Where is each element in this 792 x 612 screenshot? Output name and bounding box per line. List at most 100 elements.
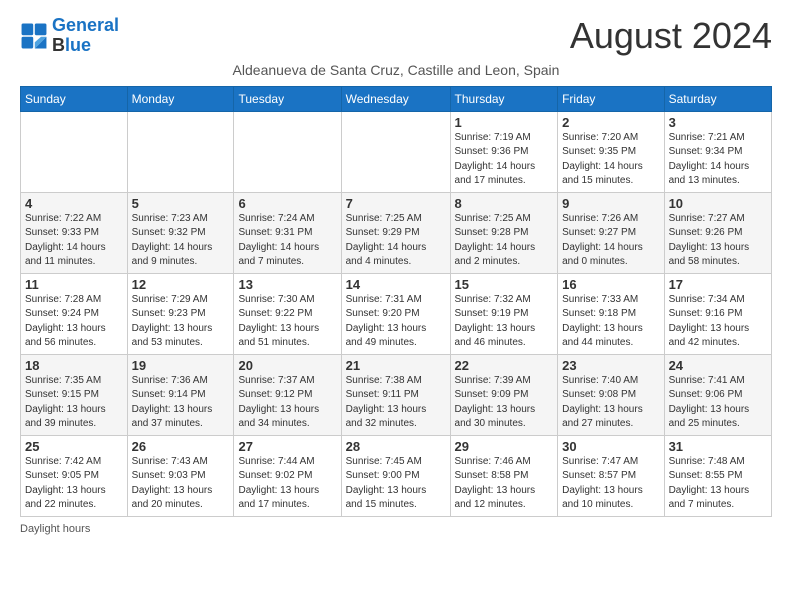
day-number: 10	[669, 196, 767, 211]
calendar-cell: 31Sunrise: 7:48 AM Sunset: 8:55 PM Dayli…	[664, 435, 771, 516]
day-number: 24	[669, 358, 767, 373]
day-info: Sunrise: 7:25 AM Sunset: 9:28 PM Dayligh…	[455, 212, 554, 270]
day-info: Sunrise: 7:40 AM Sunset: 9:08 PM Dayligh…	[562, 374, 659, 432]
calendar-cell: 4Sunrise: 7:22 AM Sunset: 9:33 PM Daylig…	[21, 192, 128, 273]
day-info: Sunrise: 7:19 AM Sunset: 9:36 PM Dayligh…	[455, 131, 554, 189]
calendar-cell: 29Sunrise: 7:46 AM Sunset: 8:58 PM Dayli…	[450, 435, 558, 516]
logo-icon	[20, 22, 48, 50]
calendar-cell: 23Sunrise: 7:40 AM Sunset: 9:08 PM Dayli…	[558, 354, 664, 435]
calendar-cell: 2Sunrise: 7:20 AM Sunset: 9:35 PM Daylig…	[558, 111, 664, 192]
day-info: Sunrise: 7:28 AM Sunset: 9:24 PM Dayligh…	[25, 293, 123, 351]
day-info: Sunrise: 7:37 AM Sunset: 9:12 PM Dayligh…	[238, 374, 336, 432]
calendar-cell: 7Sunrise: 7:25 AM Sunset: 9:29 PM Daylig…	[341, 192, 450, 273]
day-number: 19	[132, 358, 230, 373]
calendar-cell: 10Sunrise: 7:27 AM Sunset: 9:26 PM Dayli…	[664, 192, 771, 273]
logo: GeneralBlue	[20, 16, 119, 56]
calendar-cell: 19Sunrise: 7:36 AM Sunset: 9:14 PM Dayli…	[127, 354, 234, 435]
calendar-week-2: 4Sunrise: 7:22 AM Sunset: 9:33 PM Daylig…	[21, 192, 772, 273]
header: GeneralBlue August 2024	[20, 16, 772, 56]
calendar-cell: 15Sunrise: 7:32 AM Sunset: 9:19 PM Dayli…	[450, 273, 558, 354]
day-number: 9	[562, 196, 659, 211]
calendar-header-tuesday: Tuesday	[234, 86, 341, 111]
day-number: 30	[562, 439, 659, 454]
calendar-header-row: SundayMondayTuesdayWednesdayThursdayFrid…	[21, 86, 772, 111]
day-info: Sunrise: 7:44 AM Sunset: 9:02 PM Dayligh…	[238, 455, 336, 513]
calendar-cell: 1Sunrise: 7:19 AM Sunset: 9:36 PM Daylig…	[450, 111, 558, 192]
calendar-header-monday: Monday	[127, 86, 234, 111]
calendar-cell: 24Sunrise: 7:41 AM Sunset: 9:06 PM Dayli…	[664, 354, 771, 435]
day-number: 4	[25, 196, 123, 211]
day-info: Sunrise: 7:34 AM Sunset: 9:16 PM Dayligh…	[669, 293, 767, 351]
calendar-week-5: 25Sunrise: 7:42 AM Sunset: 9:05 PM Dayli…	[21, 435, 772, 516]
day-info: Sunrise: 7:24 AM Sunset: 9:31 PM Dayligh…	[238, 212, 336, 270]
calendar-week-4: 18Sunrise: 7:35 AM Sunset: 9:15 PM Dayli…	[21, 354, 772, 435]
day-number: 1	[455, 115, 554, 130]
day-number: 21	[346, 358, 446, 373]
day-number: 16	[562, 277, 659, 292]
day-number: 12	[132, 277, 230, 292]
day-info: Sunrise: 7:31 AM Sunset: 9:20 PM Dayligh…	[346, 293, 446, 351]
calendar-cell: 22Sunrise: 7:39 AM Sunset: 9:09 PM Dayli…	[450, 354, 558, 435]
day-info: Sunrise: 7:26 AM Sunset: 9:27 PM Dayligh…	[562, 212, 659, 270]
calendar-cell: 8Sunrise: 7:25 AM Sunset: 9:28 PM Daylig…	[450, 192, 558, 273]
title-block: August 2024	[570, 16, 772, 56]
calendar-cell	[127, 111, 234, 192]
subtitle: Aldeanueva de Santa Cruz, Castille and L…	[20, 62, 772, 78]
calendar-cell: 20Sunrise: 7:37 AM Sunset: 9:12 PM Dayli…	[234, 354, 341, 435]
day-number: 18	[25, 358, 123, 373]
calendar-cell: 30Sunrise: 7:47 AM Sunset: 8:57 PM Dayli…	[558, 435, 664, 516]
calendar-header-wednesday: Wednesday	[341, 86, 450, 111]
calendar-cell	[341, 111, 450, 192]
day-number: 23	[562, 358, 659, 373]
calendar-cell: 21Sunrise: 7:38 AM Sunset: 9:11 PM Dayli…	[341, 354, 450, 435]
calendar-cell: 17Sunrise: 7:34 AM Sunset: 9:16 PM Dayli…	[664, 273, 771, 354]
calendar-cell: 26Sunrise: 7:43 AM Sunset: 9:03 PM Dayli…	[127, 435, 234, 516]
calendar-cell: 5Sunrise: 7:23 AM Sunset: 9:32 PM Daylig…	[127, 192, 234, 273]
day-number: 14	[346, 277, 446, 292]
day-number: 2	[562, 115, 659, 130]
day-info: Sunrise: 7:36 AM Sunset: 9:14 PM Dayligh…	[132, 374, 230, 432]
calendar-cell: 14Sunrise: 7:31 AM Sunset: 9:20 PM Dayli…	[341, 273, 450, 354]
day-info: Sunrise: 7:35 AM Sunset: 9:15 PM Dayligh…	[25, 374, 123, 432]
calendar-cell: 12Sunrise: 7:29 AM Sunset: 9:23 PM Dayli…	[127, 273, 234, 354]
day-number: 26	[132, 439, 230, 454]
day-info: Sunrise: 7:29 AM Sunset: 9:23 PM Dayligh…	[132, 293, 230, 351]
day-number: 15	[455, 277, 554, 292]
day-info: Sunrise: 7:43 AM Sunset: 9:03 PM Dayligh…	[132, 455, 230, 513]
calendar-cell	[234, 111, 341, 192]
footer-note: Daylight hours	[20, 523, 772, 535]
calendar-week-1: 1Sunrise: 7:19 AM Sunset: 9:36 PM Daylig…	[21, 111, 772, 192]
day-info: Sunrise: 7:45 AM Sunset: 9:00 PM Dayligh…	[346, 455, 446, 513]
day-number: 11	[25, 277, 123, 292]
day-info: Sunrise: 7:32 AM Sunset: 9:19 PM Dayligh…	[455, 293, 554, 351]
day-info: Sunrise: 7:48 AM Sunset: 8:55 PM Dayligh…	[669, 455, 767, 513]
day-info: Sunrise: 7:21 AM Sunset: 9:34 PM Dayligh…	[669, 131, 767, 189]
calendar-cell: 13Sunrise: 7:30 AM Sunset: 9:22 PM Dayli…	[234, 273, 341, 354]
calendar-header-saturday: Saturday	[664, 86, 771, 111]
calendar-cell: 3Sunrise: 7:21 AM Sunset: 9:34 PM Daylig…	[664, 111, 771, 192]
calendar-cell	[21, 111, 128, 192]
day-info: Sunrise: 7:46 AM Sunset: 8:58 PM Dayligh…	[455, 455, 554, 513]
page: GeneralBlue August 2024 Aldeanueva de Sa…	[0, 0, 792, 545]
calendar-week-3: 11Sunrise: 7:28 AM Sunset: 9:24 PM Dayli…	[21, 273, 772, 354]
day-number: 22	[455, 358, 554, 373]
calendar-cell: 6Sunrise: 7:24 AM Sunset: 9:31 PM Daylig…	[234, 192, 341, 273]
day-number: 28	[346, 439, 446, 454]
day-number: 6	[238, 196, 336, 211]
day-number: 3	[669, 115, 767, 130]
day-number: 25	[25, 439, 123, 454]
calendar-cell: 9Sunrise: 7:26 AM Sunset: 9:27 PM Daylig…	[558, 192, 664, 273]
day-info: Sunrise: 7:33 AM Sunset: 9:18 PM Dayligh…	[562, 293, 659, 351]
calendar-header-friday: Friday	[558, 86, 664, 111]
day-info: Sunrise: 7:25 AM Sunset: 9:29 PM Dayligh…	[346, 212, 446, 270]
day-info: Sunrise: 7:47 AM Sunset: 8:57 PM Dayligh…	[562, 455, 659, 513]
day-info: Sunrise: 7:22 AM Sunset: 9:33 PM Dayligh…	[25, 212, 123, 270]
day-info: Sunrise: 7:39 AM Sunset: 9:09 PM Dayligh…	[455, 374, 554, 432]
calendar-cell: 28Sunrise: 7:45 AM Sunset: 9:00 PM Dayli…	[341, 435, 450, 516]
calendar-cell: 11Sunrise: 7:28 AM Sunset: 9:24 PM Dayli…	[21, 273, 128, 354]
calendar: SundayMondayTuesdayWednesdayThursdayFrid…	[20, 86, 772, 517]
day-info: Sunrise: 7:38 AM Sunset: 9:11 PM Dayligh…	[346, 374, 446, 432]
day-info: Sunrise: 7:41 AM Sunset: 9:06 PM Dayligh…	[669, 374, 767, 432]
day-info: Sunrise: 7:42 AM Sunset: 9:05 PM Dayligh…	[25, 455, 123, 513]
day-number: 20	[238, 358, 336, 373]
